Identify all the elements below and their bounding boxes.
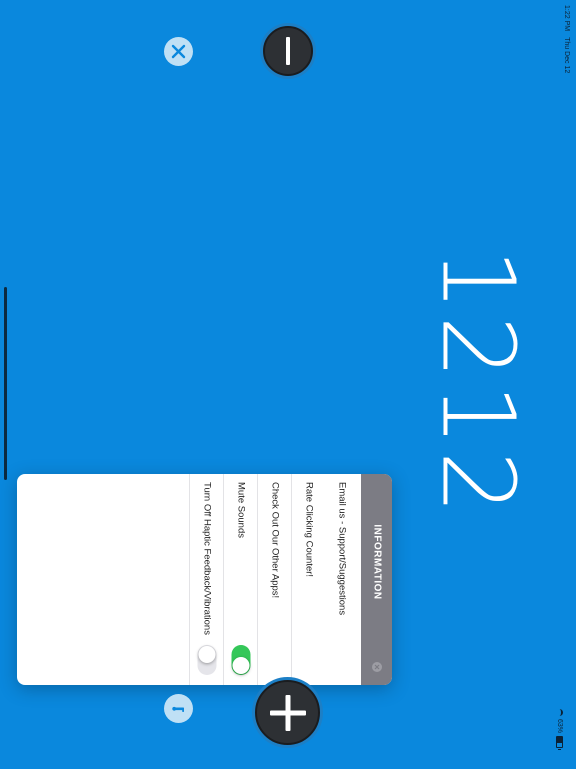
menu-item-label: Check Out Our Other Apps! bbox=[269, 482, 281, 599]
haptic-feedback-toggle[interactable] bbox=[197, 645, 217, 675]
wifi-icon bbox=[556, 709, 564, 716]
minus-icon bbox=[286, 37, 290, 65]
menu-item-label: Rate Clicking Counter! bbox=[303, 482, 315, 578]
status-time: 1:22 PM bbox=[563, 5, 570, 32]
toggle-knob bbox=[198, 646, 216, 663]
menu-item-label: Mute Sounds bbox=[235, 482, 247, 538]
menu-item-rate-app[interactable]: Rate Clicking Counter! bbox=[291, 474, 326, 685]
increment-button[interactable] bbox=[252, 677, 323, 748]
information-header: INFORMATION bbox=[361, 474, 392, 685]
info-button[interactable] bbox=[164, 694, 193, 723]
increment-button-face bbox=[255, 680, 320, 745]
close-icon bbox=[374, 664, 379, 670]
counter-screen[interactable]: 1:22 PM Thu Dec 12 63% 1212 INFORMATION E… bbox=[0, 0, 576, 768]
menu-item-label: Email us - Support/Suggestions bbox=[336, 482, 348, 616]
menu-item-label: Turn Off Haptic Feedback/Vibrations bbox=[201, 482, 213, 635]
info-icon bbox=[171, 706, 184, 712]
counter-value: 1212 bbox=[419, 247, 537, 519]
battery-icon bbox=[556, 736, 564, 749]
panel-close-button[interactable] bbox=[371, 662, 382, 672]
decrement-button[interactable] bbox=[260, 23, 316, 79]
menu-item-haptic-feedback: Turn Off Haptic Feedback/Vibrations bbox=[189, 474, 224, 685]
mute-sounds-toggle[interactable] bbox=[231, 645, 251, 675]
information-panel: INFORMATION Email us - Support/Suggestio… bbox=[17, 474, 392, 685]
menu-item-email-support[interactable]: Email us - Support/Suggestions bbox=[325, 474, 359, 685]
status-bar-indicators: 63% bbox=[555, 709, 565, 769]
status-bar-datetime: 1:22 PM Thu Dec 12 bbox=[560, 5, 570, 85]
decrement-button-face bbox=[263, 26, 313, 76]
battery-percentage: 63% bbox=[556, 719, 564, 734]
status-date: Thu Dec 12 bbox=[563, 37, 570, 74]
menu-item-other-apps[interactable]: Check Out Our Other Apps! bbox=[257, 474, 292, 685]
information-title: INFORMATION bbox=[371, 524, 382, 600]
close-icon bbox=[171, 44, 186, 59]
reset-button[interactable] bbox=[164, 37, 193, 66]
drawer-handle[interactable] bbox=[4, 287, 7, 480]
plus-icon-vertical bbox=[285, 694, 290, 731]
menu-item-mute-sounds: Mute Sounds bbox=[223, 474, 258, 685]
toggle-knob bbox=[232, 657, 250, 674]
